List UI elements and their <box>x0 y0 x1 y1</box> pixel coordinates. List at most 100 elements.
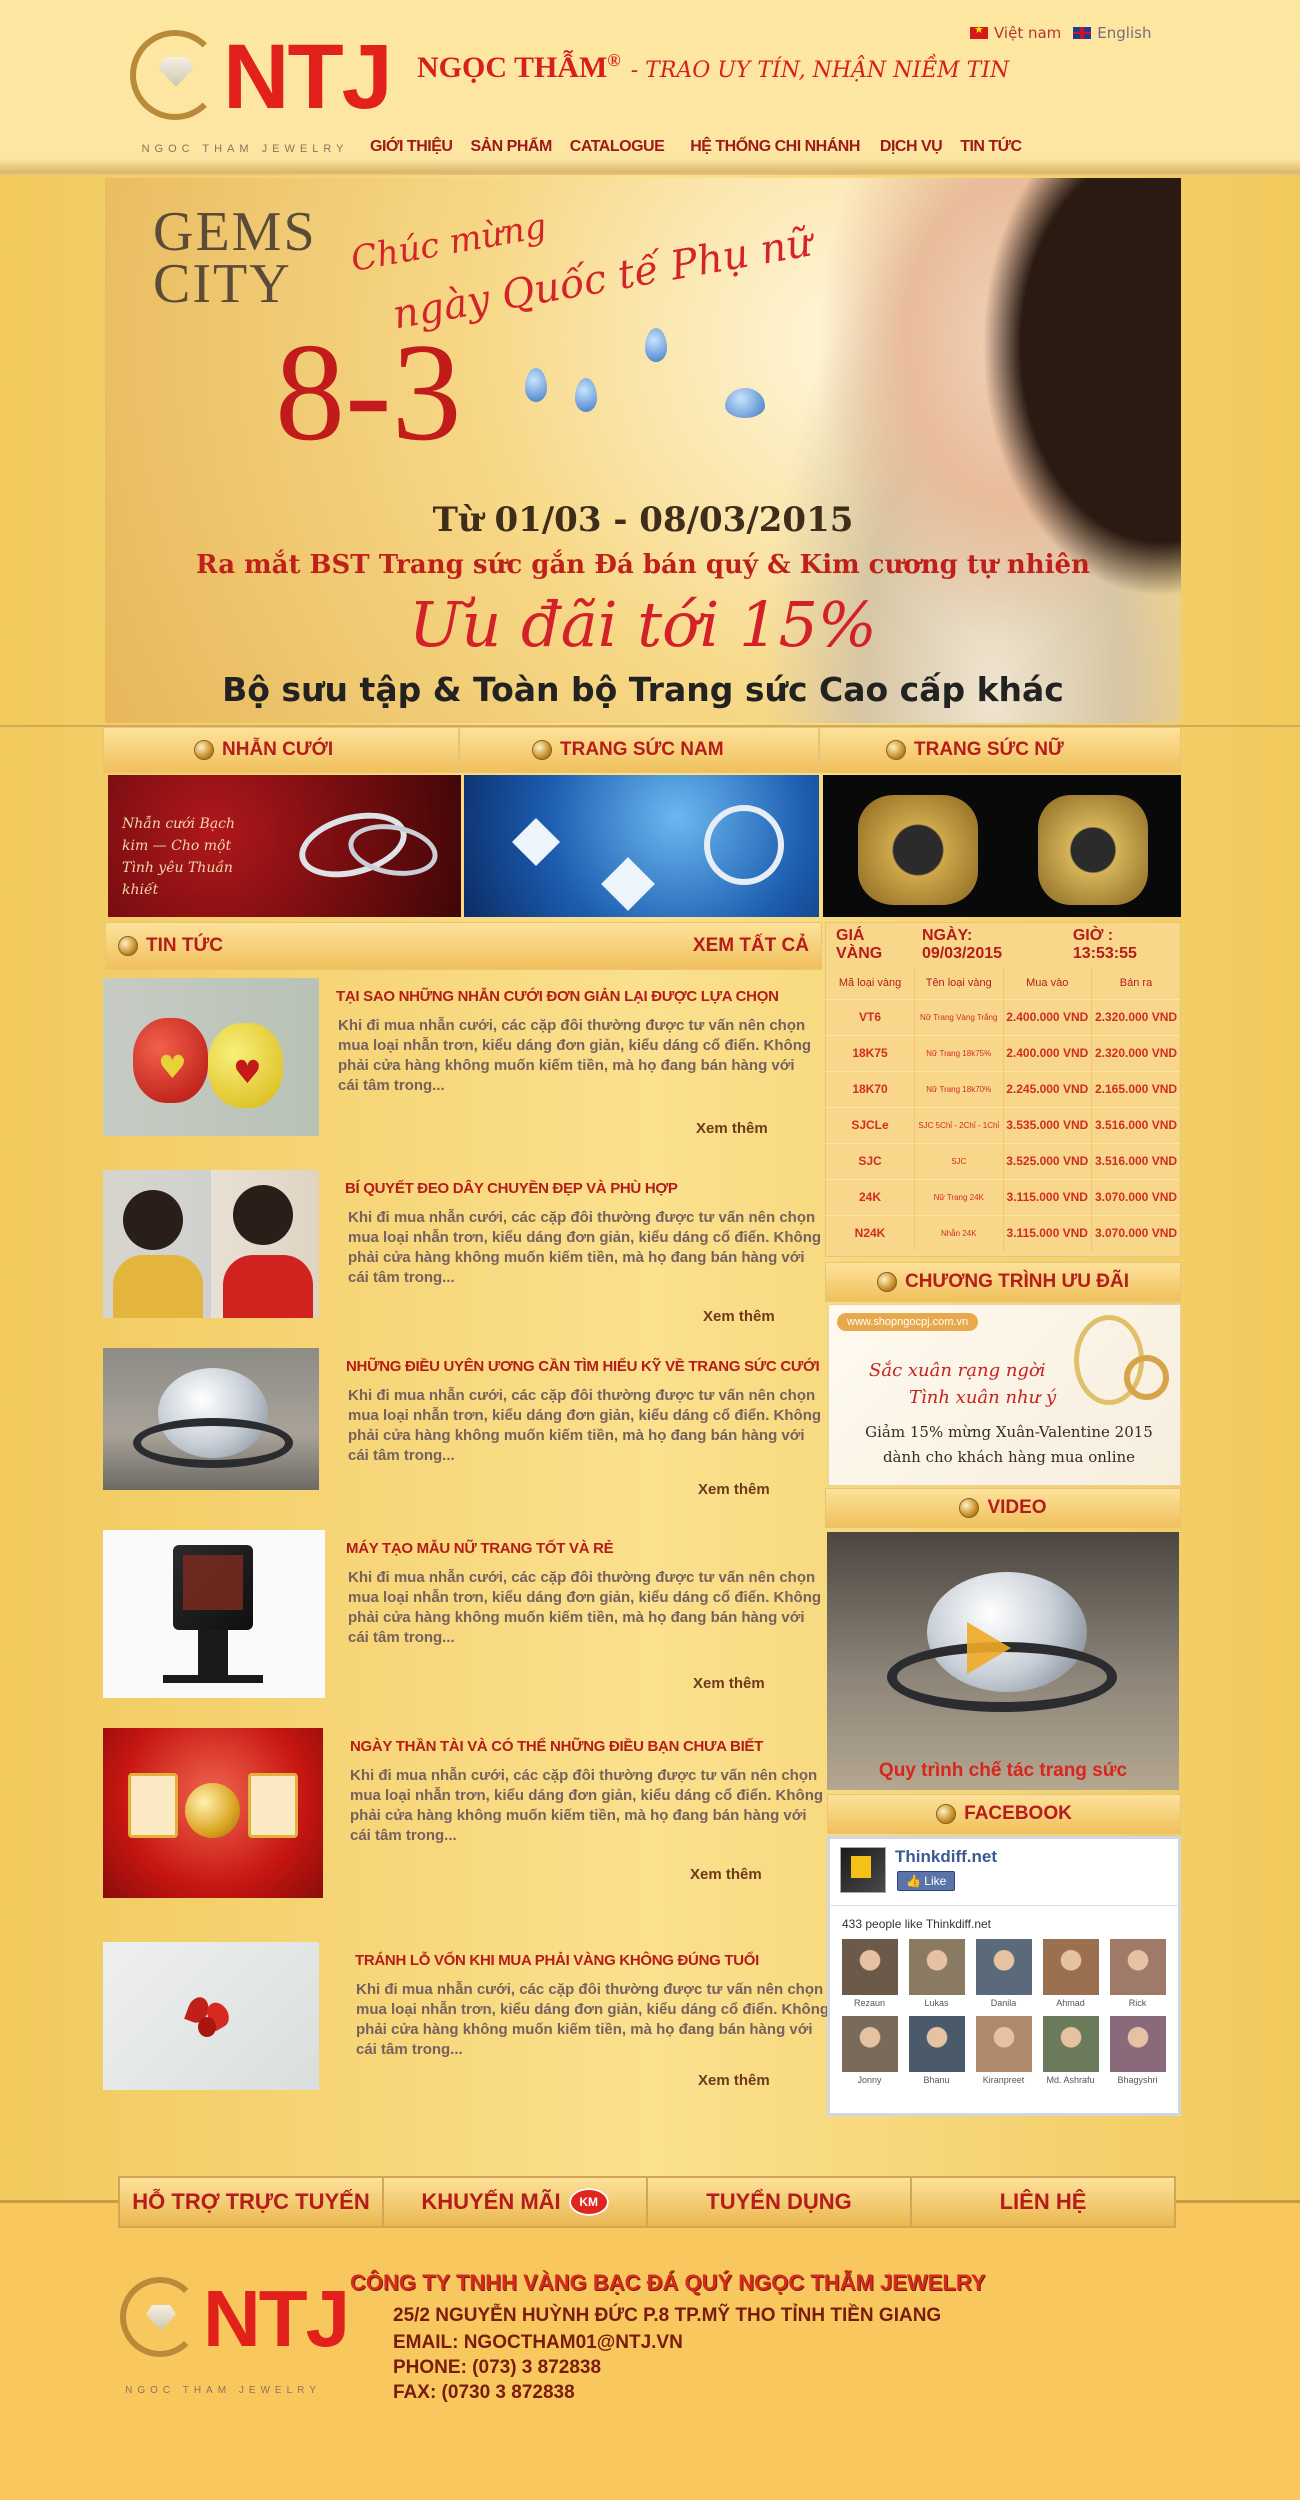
news-title[interactable]: TẠI SAO NHỮNG NHẪN CƯỚI ĐƠN GIẢN LẠI ĐƯỢ… <box>336 988 826 1005</box>
page-avatar[interactable] <box>840 1847 886 1893</box>
wedding-ring-image: Nhẫn cưới Bạch kim — Cho một Tình yêu Th… <box>108 775 461 917</box>
company-address: 25/2 NGUYỄN HUỲNH ĐỨC P.8 TP.MỸ THO TỈNH… <box>393 2305 942 2326</box>
gold-code-cell: SJC <box>826 1142 915 1179</box>
sell-price-cell: 3.070.000 VND <box>1091 1214 1180 1251</box>
logo-letters: NTJ <box>203 2274 350 2363</box>
news-excerpt: Khi đi mua nhẫn cưới, các cặp đôi thường… <box>338 1017 812 1094</box>
buy-price-cell: 2.245.000 VND <box>1003 1070 1092 1107</box>
fan-avatar[interactable]: Bhagyshri <box>1108 2016 1167 2085</box>
nav-catalogue[interactable]: CATALOGUE <box>570 138 665 156</box>
news-excerpt: Khi đi mua nhẫn cưới, các cặp đôi thường… <box>348 1209 822 1286</box>
read-more-link[interactable]: Xem thêm <box>698 1481 770 1498</box>
news-thumbnail[interactable] <box>103 1348 319 1490</box>
gold-price-label: GIÁ VÀNG <box>836 927 883 962</box>
read-more-link[interactable]: Xem thêm <box>693 1675 765 1692</box>
news-item: BÍ QUYẾT ĐEO DÂY CHUYỀN ĐẸP VÀ PHÙ HỢP K… <box>103 1170 823 1325</box>
nav-products[interactable]: SẢN PHẨM <box>470 138 552 156</box>
gold-price-row: N24K Nhẫn 24K 3.115.000 VND 3.070.000 VND <box>826 1214 1180 1251</box>
coin-icon <box>194 740 214 760</box>
gold-ring-icon <box>858 795 978 905</box>
like-button[interactable]: 👍 Like <box>897 1871 956 1891</box>
language-vietnamese[interactable]: Việt nam <box>970 23 1062 42</box>
careers-button[interactable]: TUYỂN DỤNG <box>648 2178 912 2226</box>
footer-nav-label: LIÊN HỆ <box>999 2189 1087 2214</box>
gold-price-panel: GIÁ VÀNG NGÀY: 09/03/2015 GIỜ : 13:53:55… <box>825 922 1181 1257</box>
footer-nav: HỖ TRỢ TRỰC TUYẾN KHUYẾN MÃI KM TUYỂN DỤN… <box>118 2176 1176 2228</box>
page-name[interactable]: Thinkdiff.net <box>895 1847 997 1867</box>
category-wedding-rings[interactable]: NHẪN CƯỚI Nhẫn cưới Bạch kim — Cho một T… <box>103 727 461 917</box>
uk-flag-icon <box>1073 27 1092 39</box>
fan-avatar[interactable]: Rezaun <box>840 1939 899 2008</box>
news-thumbnail[interactable] <box>103 1942 319 2090</box>
coin-icon <box>886 740 906 760</box>
fan-name: Ahmad <box>1056 1998 1085 2008</box>
see-all-news-link[interactable]: XEM TẤT CẢ <box>693 935 809 957</box>
nav-about[interactable]: GIỚI THIỆU <box>370 138 453 156</box>
nav-news[interactable]: TIN TỨC <box>960 138 1022 156</box>
banner-dates: Từ 01/03 - 08/03/2015 <box>432 500 854 540</box>
thumbs-up-icon: 👍 <box>906 1874 921 1888</box>
fan-avatar[interactable]: Bhanu <box>907 2016 966 2085</box>
heart-icon: ♥ <box>233 1053 262 1091</box>
category-men-jewelry[interactable]: TRANG SỨC NAM <box>459 727 819 917</box>
news-thumbnail[interactable]: ♥ ♥ <box>103 978 319 1136</box>
fan-photo <box>841 1939 898 1995</box>
news-item: NHỮNG ĐIỀU UYÊN ƯƠNG CẦN TÌM HIỂU KỸ VỀ … <box>103 1348 823 1498</box>
gold-name-cell: SJC 5Chỉ - 2Chỉ - 1Chỉ <box>914 1106 1004 1143</box>
earring-icon <box>645 328 667 362</box>
fan-name: Bhagyshri <box>1117 2075 1158 2085</box>
promo-panel: CHƯƠNG TRÌNH ƯU ĐÃI www.shopngocpj.com.v… <box>825 1262 1181 1486</box>
sell-price-cell: 3.516.000 VND <box>1091 1142 1180 1179</box>
fan-avatar[interactable]: Ahmad <box>1041 1939 1100 2008</box>
promo-banner[interactable]: www.shopngocpj.com.vn Sắc xuân rạng ngời… <box>828 1304 1181 1486</box>
company-email[interactable]: EMAIL: NGOCTHAM01@NTJ.VN <box>393 2332 683 2354</box>
play-icon[interactable] <box>967 1622 1011 1674</box>
news-thumbnail[interactable] <box>103 1170 319 1318</box>
contact-button[interactable]: LIÊN HỆ <box>912 2178 1174 2226</box>
banner-launch-text: Ra mắt BST Trang sức gắn Đá bán quý & Ki… <box>196 550 1090 580</box>
read-more-link[interactable]: Xem thêm <box>690 1866 762 1883</box>
logo-tagline: NGOC THAM JEWELRY <box>141 143 349 155</box>
vietnam-flag-icon <box>970 23 988 39</box>
fan-avatar[interactable]: Lukas <box>907 1939 966 2008</box>
company-fax: FAX: (0730 3 872838 <box>393 2382 575 2403</box>
gold-price-row: SJCLe SJC 5Chỉ - 2Chỉ - 1Chỉ 3.535.000 VND… <box>826 1106 1180 1143</box>
footer-logo[interactable]: NTJ NGOC THAM JEWELRY <box>118 2275 350 2405</box>
fan-avatar[interactable]: Rick <box>1108 1939 1167 2008</box>
video-player[interactable]: Quy trình chế tác trang sức <box>827 1532 1179 1790</box>
fan-avatar[interactable]: Md. Ashrafu <box>1041 2016 1100 2085</box>
video-panel: VIDEO Quy trình chế tác trang sức <box>825 1488 1181 1790</box>
buy-price-cell: 3.115.000 VND <box>1003 1214 1092 1251</box>
column-header: Mã loại vàng <box>826 967 915 999</box>
news-thumbnail[interactable] <box>103 1530 325 1698</box>
hero-banner[interactable]: GEMS CITY Chúc mừng ngày Quốc tế Phụ nữ … <box>105 178 1181 723</box>
read-more-link[interactable]: Xem thêm <box>703 1308 775 1325</box>
promotions-button[interactable]: KHUYẾN MÃI KM <box>384 2178 648 2226</box>
language-label: Việt nam <box>994 24 1062 42</box>
read-more-link[interactable]: Xem thêm <box>698 2072 770 2089</box>
fan-avatar[interactable]: Jonny <box>840 2016 899 2085</box>
gold-code-cell: 18K70 <box>826 1070 915 1107</box>
sell-price-cell: 2.320.000 VND <box>1091 998 1180 1035</box>
footer-nav-label: HỖ TRỢ TRỰC TUYẾN <box>132 2189 370 2214</box>
news-title[interactable]: NHỮNG ĐIỀU UYÊN ƯƠNG CẦN TÌM HIỂU KỸ VỀ … <box>346 1358 836 1375</box>
nav-branches[interactable]: HỆ THỐNG CHI NHÁNH <box>690 138 860 156</box>
language-english[interactable]: English <box>1073 24 1151 42</box>
site-logo[interactable]: NTJ NGOC THAM JEWELRY <box>125 25 393 165</box>
category-women-jewelry[interactable]: TRANG SỨC NỮ <box>819 727 1181 917</box>
nav-services[interactable]: DỊCH VỤ <box>880 138 943 156</box>
news-title[interactable]: BÍ QUYẾT ĐEO DÂY CHUYỀN ĐẸP VÀ PHÙ HỢP <box>345 1180 835 1197</box>
fan-avatar[interactable]: Danila <box>974 1939 1033 2008</box>
fan-photo <box>908 1939 965 1995</box>
main-nav: GIỚI THIỆU SẢN PHẨM CATALOGUE HỆ THỐNG C… <box>370 138 1040 156</box>
news-title[interactable]: TRÁNH LỖ VỐN KHI MUA PHẢI VÀNG KHÔNG ĐÚN… <box>355 1952 845 1969</box>
fan-photo <box>975 2016 1032 2072</box>
read-more-link[interactable]: Xem thêm <box>696 1120 768 1137</box>
gold-price-table: Mã loại vàng Tên loại vàng Mua vào Bán r… <box>826 967 1180 1251</box>
news-thumbnail[interactable] <box>103 1728 323 1898</box>
news-title[interactable]: MÁY TẠO MẪU NỮ TRANG TỐT VÀ RẺ <box>346 1540 836 1557</box>
brand-slogan: NGỌC THẪM® - TRAO UY TÍN, NHẬN NIỀM TIN <box>417 50 1009 85</box>
online-support-button[interactable]: HỖ TRỢ TRỰC TUYẾN <box>120 2178 384 2226</box>
fan-avatar[interactable]: Kiranpreet <box>974 2016 1033 2085</box>
news-title[interactable]: NGÀY THẦN TÀI VÀ CÓ THỂ NHỮNG ĐIỀU BẠN C… <box>350 1738 840 1755</box>
